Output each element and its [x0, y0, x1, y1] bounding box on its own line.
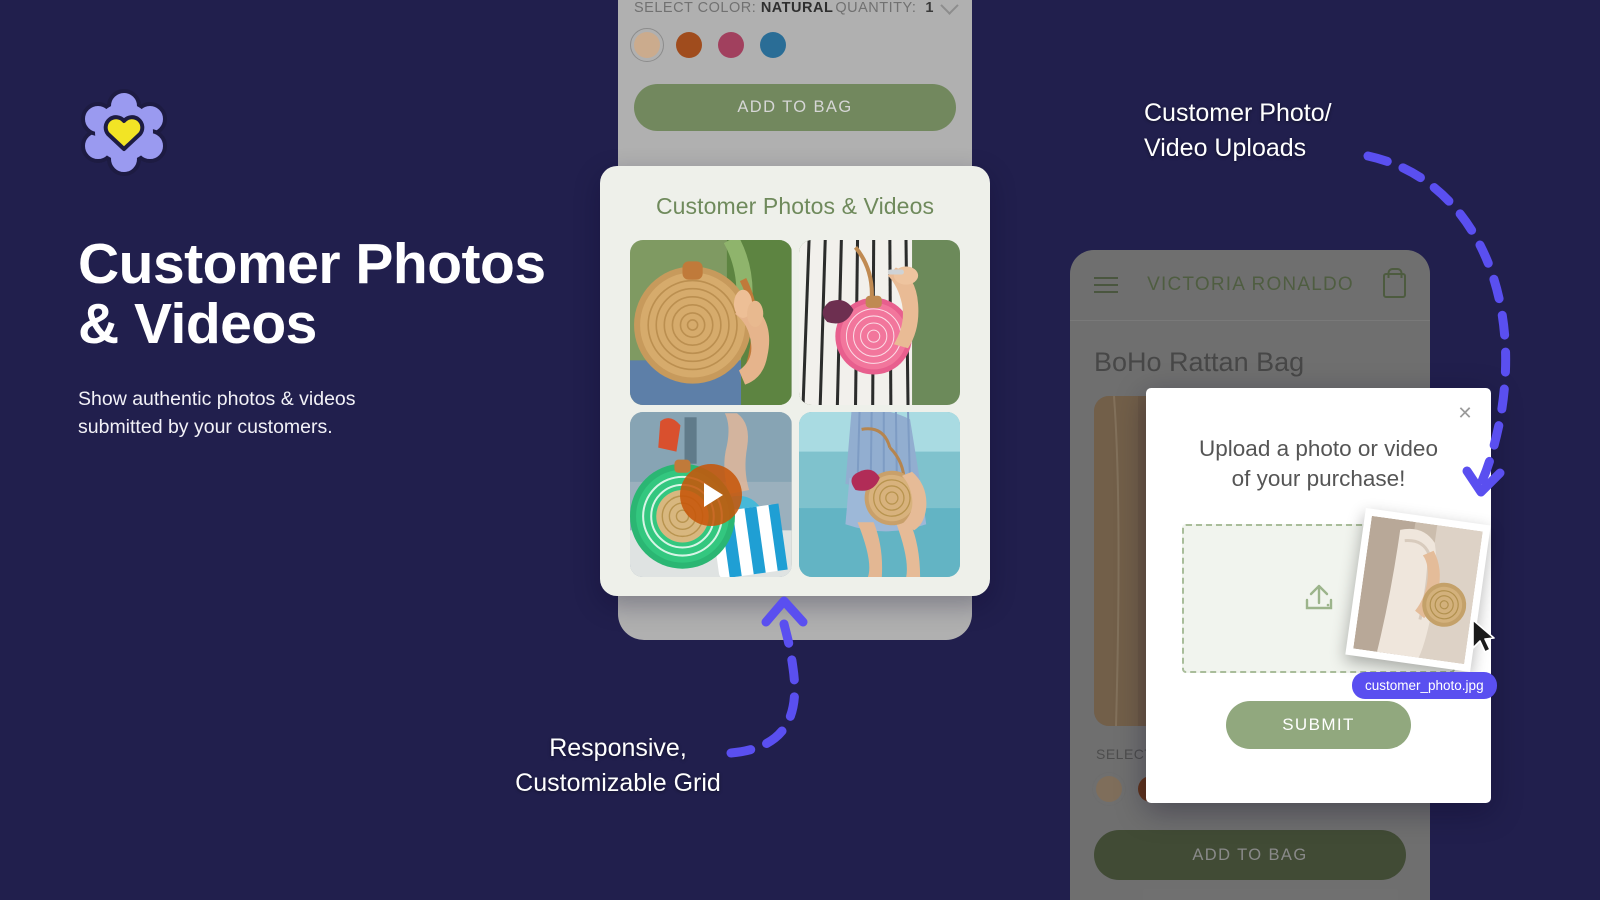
- flower-heart-logo: [78, 86, 170, 178]
- customer-photos-card: Customer Photos & Videos: [600, 166, 990, 596]
- annotation-grid: Responsive, Customizable Grid: [515, 734, 721, 797]
- color-swatch-list: [630, 16, 960, 62]
- hero-subcopy: Show authentic photos & videos submitted…: [78, 387, 356, 439]
- ugc-tile-4[interactable]: [798, 412, 960, 577]
- ugc-tile-2[interactable]: [798, 240, 960, 405]
- dragged-photo-thumbnail[interactable]: [1345, 507, 1491, 673]
- ugc-tile-3[interactable]: [630, 412, 792, 577]
- swatch-teal[interactable]: [760, 32, 786, 58]
- quantity-stepper[interactable]: QUANTITY: 1: [835, 0, 959, 16]
- swatch-rust[interactable]: [676, 32, 702, 58]
- chevron-down-icon: [940, 0, 959, 15]
- add-to-bag-button[interactable]: ADD TO BAG: [634, 84, 956, 131]
- annotation-uploads: Customer Photo/ Video Uploads: [1144, 99, 1332, 162]
- close-icon[interactable]: ✕: [1457, 404, 1473, 422]
- product-options-row: SELECT COLOR: NATURAL QUANTITY: 1: [630, 0, 960, 16]
- select-color-label: SELECT COLOR: NATURAL: [634, 0, 833, 16]
- page-title: Customer Photos & Videos: [78, 232, 546, 357]
- select-color-value: NATURAL: [760, 0, 834, 16]
- upload-modal-title: Upload a photo or video of your purchase…: [1199, 436, 1438, 491]
- ugc-photo-grid: [630, 240, 960, 577]
- dragged-photo-image: [1353, 515, 1483, 665]
- play-button-icon[interactable]: [679, 463, 742, 526]
- mouse-pointer-icon: [1471, 618, 1497, 656]
- hero-copy-block: Customer Photos & Videos Show authentic …: [78, 86, 598, 442]
- dragged-file-name-badge: customer_photo.jpg: [1352, 672, 1497, 699]
- slide-canvas: Customer Photos & Videos Show authentic …: [0, 0, 1600, 900]
- ugc-tile-1[interactable]: [630, 240, 792, 405]
- play-triangle: [703, 482, 723, 507]
- select-color-text: SELECT COLOR:: [634, 0, 757, 16]
- quantity-label: QUANTITY:: [835, 0, 917, 16]
- ugc-card-title: Customer Photos & Videos: [655, 193, 935, 219]
- arrow-curve-grid: [726, 619, 800, 758]
- upload-icon: [1305, 585, 1332, 610]
- swatch-natural[interactable]: [630, 28, 664, 62]
- swatch-berry[interactable]: [718, 32, 744, 58]
- quantity-value: 1: [925, 0, 934, 16]
- submit-button[interactable]: SUBMIT: [1226, 700, 1411, 749]
